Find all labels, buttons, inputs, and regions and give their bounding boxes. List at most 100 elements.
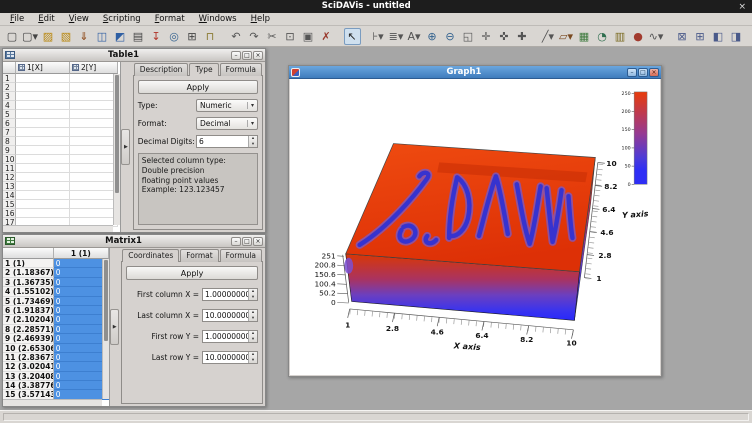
toolbar-lock[interactable]: ⊓ bbox=[202, 28, 219, 45]
table-row-header[interactable]: 7 bbox=[3, 128, 16, 137]
toolbar-undo[interactable]: ↶ bbox=[228, 28, 245, 45]
table-row-header[interactable]: 2 bbox=[3, 83, 16, 92]
matrix-cell-selected[interactable]: 0 bbox=[54, 334, 109, 343]
table-cell[interactable] bbox=[16, 182, 70, 191]
table-row-header[interactable]: 14 bbox=[3, 191, 16, 200]
coordinate-spinner-0[interactable]: 1.00000000▴▾ bbox=[202, 288, 258, 301]
table-cell[interactable] bbox=[16, 155, 70, 164]
toolbar-project-explorer[interactable]: ⊞ bbox=[184, 28, 201, 45]
matrix1-tab-coordinates[interactable]: Coordinates bbox=[122, 249, 179, 262]
toolbar-layer-tools[interactable]: ≣▾ bbox=[388, 28, 405, 45]
table1-apply-button[interactable]: Apply bbox=[138, 80, 258, 94]
toolbar-draw-line[interactable]: ╱▾ bbox=[540, 28, 557, 45]
menu-edit[interactable]: Edit bbox=[31, 13, 61, 25]
table-cell[interactable] bbox=[16, 209, 70, 218]
matrix-row-header[interactable]: 13 (3.20408) bbox=[3, 372, 54, 381]
matrix-cell-selected[interactable]: 0 bbox=[54, 287, 109, 296]
toolbar-save-template[interactable]: ◩ bbox=[112, 28, 129, 45]
toolbar-cut[interactable]: ✂ bbox=[264, 28, 281, 45]
table-cell[interactable] bbox=[70, 92, 118, 101]
table-cell[interactable] bbox=[16, 146, 70, 155]
toolbar-rescale[interactable]: ◱ bbox=[460, 28, 477, 45]
matrix1-titlebar[interactable]: Matrix1 – □ × bbox=[3, 235, 265, 248]
table-cell[interactable] bbox=[70, 110, 118, 119]
menu-format[interactable]: Format bbox=[148, 13, 192, 25]
table-cell[interactable] bbox=[16, 191, 70, 200]
graph1-maximize-button[interactable]: □ bbox=[638, 68, 648, 77]
matrix-cell-selected[interactable]: 0 bbox=[54, 381, 109, 390]
matrix-cell-selected[interactable]: 0 bbox=[54, 297, 109, 306]
toolbar-redo[interactable]: ↷ bbox=[246, 28, 263, 45]
matrix-row-header[interactable]: 14 (3.38776) bbox=[3, 381, 54, 390]
toolbar-new-project[interactable]: ▢ bbox=[4, 28, 21, 45]
toolbar-import-ascii[interactable]: ⇓ bbox=[76, 28, 93, 45]
app-close-button[interactable]: × bbox=[732, 2, 752, 12]
toolbar-add-image[interactable]: ▦ bbox=[576, 28, 593, 45]
matrix1-tab-format[interactable]: Format bbox=[180, 249, 218, 262]
table-cell[interactable] bbox=[16, 101, 70, 110]
toolbar-find[interactable]: ◎ bbox=[166, 28, 183, 45]
table-cell[interactable] bbox=[70, 146, 118, 155]
table-cell[interactable] bbox=[16, 92, 70, 101]
table-cell[interactable] bbox=[16, 164, 70, 173]
matrix-cell-selected[interactable]: 0 bbox=[54, 344, 109, 353]
table1-tab-formula[interactable]: Formula bbox=[220, 63, 262, 76]
decimal-digits-spinner[interactable]: 6▴▾ bbox=[196, 135, 258, 148]
table-vertical-scrollbar[interactable] bbox=[113, 74, 120, 225]
matrix-vertical-scrollbar[interactable] bbox=[102, 259, 109, 399]
format-select[interactable]: Decimal▾ bbox=[196, 117, 258, 130]
matrix-row-header[interactable]: 11 (2.83673) bbox=[3, 353, 54, 362]
spinner-arrows[interactable]: ▴▾ bbox=[248, 352, 257, 363]
table-row-header[interactable]: 10 bbox=[3, 155, 16, 164]
toolbar-paste[interactable]: ▣ bbox=[300, 28, 317, 45]
toolbar-select-data-range[interactable]: ✚ bbox=[514, 28, 531, 45]
matrix-row-header[interactable]: 10 (2.65306) bbox=[3, 344, 54, 353]
toolbar-add-text[interactable]: A▾ bbox=[406, 28, 423, 45]
toolbar-plot-hidden-line[interactable]: ⊞ bbox=[692, 28, 709, 45]
menu-scripting[interactable]: Scripting bbox=[96, 13, 148, 25]
toolbar-new-aspect[interactable]: ▢▾ bbox=[22, 28, 39, 45]
table-cell[interactable] bbox=[16, 83, 70, 92]
table-row-header[interactable]: 8 bbox=[3, 137, 16, 146]
toolbar-plot-3d-bars[interactable]: ▥ bbox=[612, 28, 629, 45]
toolbar-select-tools[interactable]: ⊦▾ bbox=[370, 28, 387, 45]
table-cell[interactable] bbox=[16, 119, 70, 128]
table-cell[interactable] bbox=[16, 110, 70, 119]
coordinate-spinner-2[interactable]: 1.00000000▴▾ bbox=[202, 330, 258, 343]
table-row-header[interactable]: 5 bbox=[3, 110, 16, 119]
matrix-row-header[interactable]: 2 (1.18367) bbox=[3, 268, 54, 277]
toolbar-plot-pie[interactable]: ◔ bbox=[594, 28, 611, 45]
toolbar-add-function[interactable]: ▱▾ bbox=[558, 28, 575, 45]
table-panel-expander[interactable]: ▶ bbox=[121, 129, 130, 165]
toolbar-pointer[interactable]: ↖ bbox=[344, 28, 361, 45]
plot-canvas[interactable]: 251 200.8 150.6 100.4 50.2 0 1 bbox=[290, 79, 660, 375]
table-corner-cell[interactable] bbox=[3, 62, 16, 74]
toolbar-delete[interactable]: ✗ bbox=[318, 28, 335, 45]
matrix-row-header[interactable]: 7 (2.10204) bbox=[3, 315, 54, 324]
toolbar-plot-filled-mesh[interactable]: ◨ bbox=[728, 28, 745, 45]
table-row-header[interactable]: 3 bbox=[3, 92, 16, 101]
matrix-panel-expander[interactable]: ▶ bbox=[110, 309, 119, 345]
menu-windows[interactable]: Windows bbox=[192, 13, 244, 25]
table-cell[interactable] bbox=[16, 128, 70, 137]
scrollbar-thumb[interactable] bbox=[115, 75, 119, 193]
table-row-header[interactable]: 15 bbox=[3, 200, 16, 209]
table-row-header[interactable]: 12 bbox=[3, 173, 16, 182]
toolbar-open-template[interactable]: ▧ bbox=[58, 28, 75, 45]
matrix1-apply-button[interactable]: Apply bbox=[126, 266, 258, 280]
matrix-row-header[interactable]: 4 (1.55102) bbox=[3, 287, 54, 296]
table-horizontal-scrollbar[interactable] bbox=[3, 225, 113, 232]
table-row-header[interactable]: 9 bbox=[3, 146, 16, 155]
matrix-cell-selected[interactable]: 0 bbox=[54, 278, 109, 287]
table-cell[interactable] bbox=[70, 209, 118, 218]
table-cell[interactable] bbox=[16, 200, 70, 209]
toolbar-copy[interactable]: ⊡ bbox=[282, 28, 299, 45]
table-cell[interactable] bbox=[70, 101, 118, 110]
matrix-cell-selected[interactable]: 0 bbox=[54, 372, 109, 381]
spinner-arrows[interactable]: ▴▾ bbox=[248, 331, 257, 342]
matrix-row-header[interactable]: 8 (2.28571) bbox=[3, 325, 54, 334]
table-cell[interactable] bbox=[70, 155, 118, 164]
coordinate-spinner-3[interactable]: 10.0000000▴▾ bbox=[202, 351, 258, 364]
matrix1-close-button[interactable]: × bbox=[253, 237, 263, 246]
graph1-minimize-button[interactable]: – bbox=[627, 68, 637, 77]
